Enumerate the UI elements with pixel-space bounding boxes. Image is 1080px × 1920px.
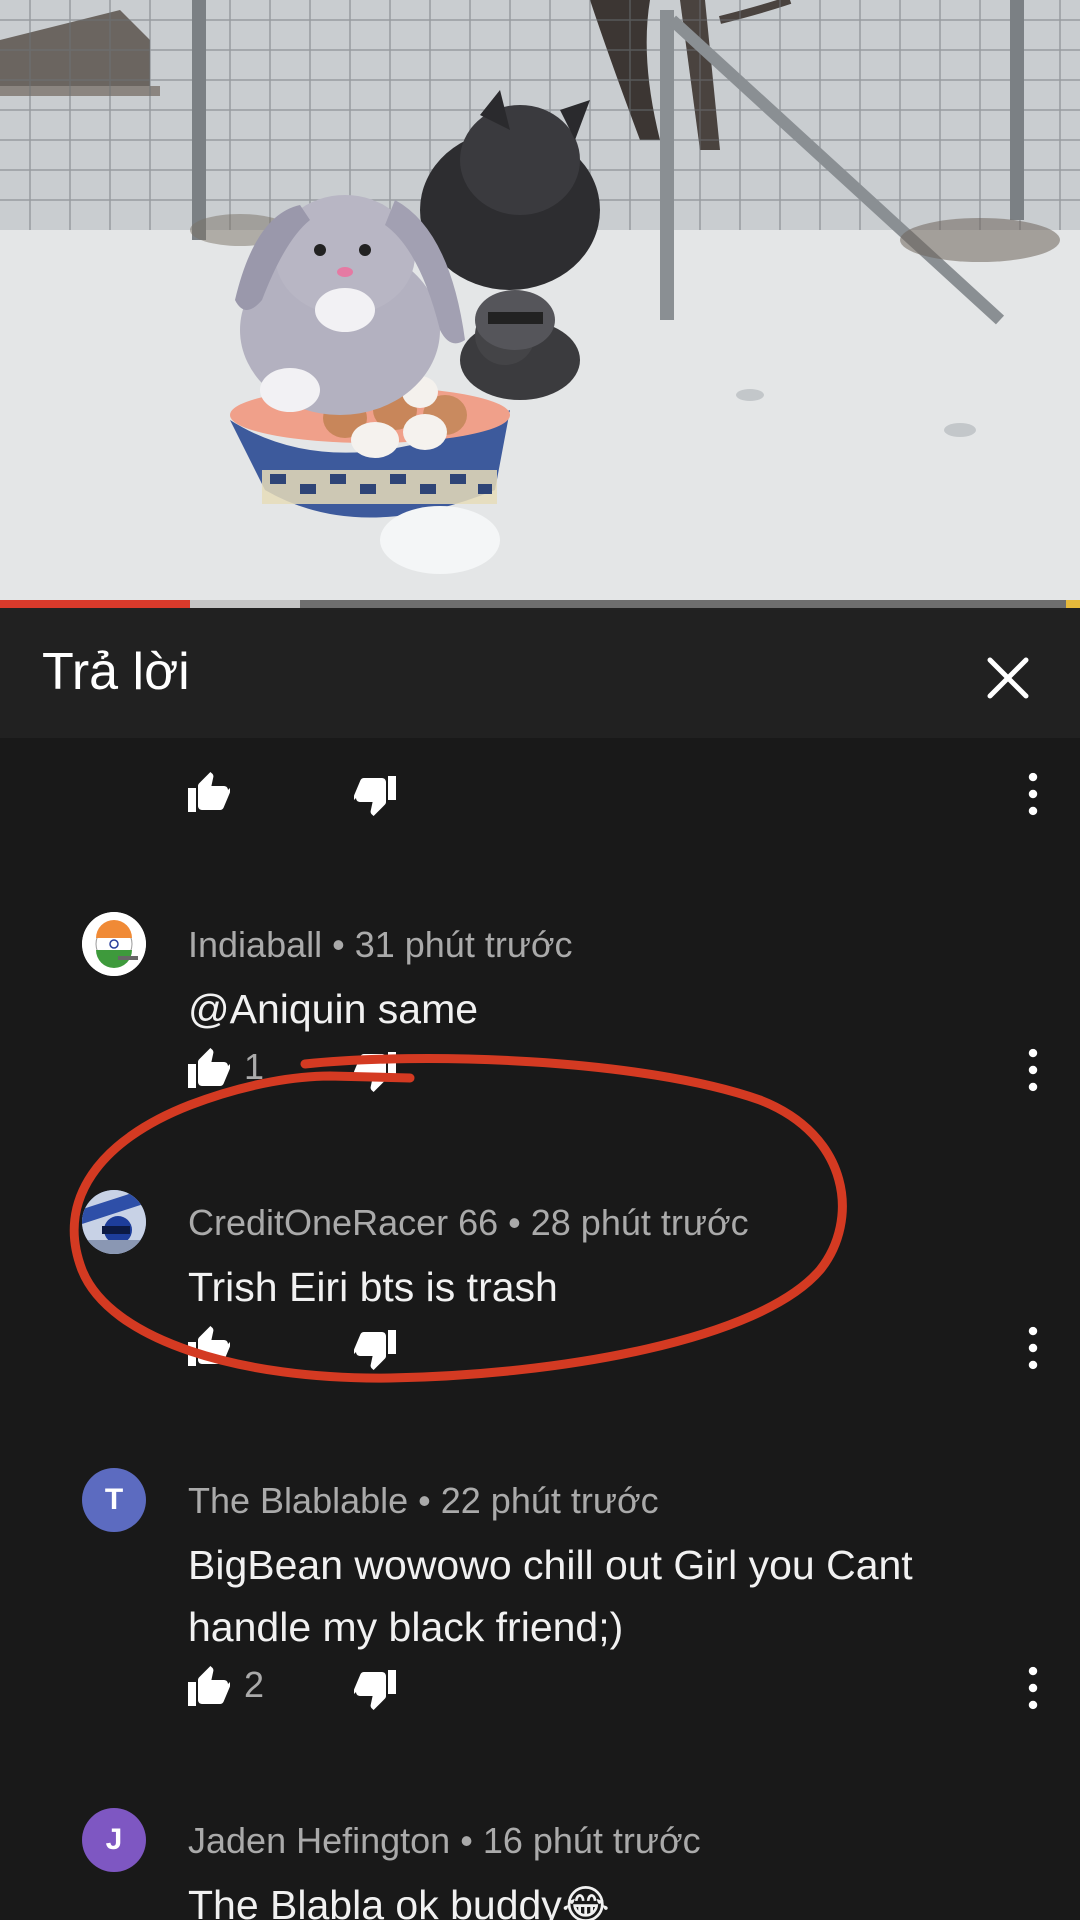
avatar[interactable]: J [82, 1808, 146, 1872]
avatar[interactable] [82, 912, 146, 976]
replies-header: Trả lời [0, 608, 1080, 738]
dislike-icon[interactable] [352, 1048, 400, 1096]
avatar[interactable]: T [82, 1468, 146, 1532]
video-frame [0, 0, 1080, 600]
like-count: 2 [244, 1664, 265, 1705]
dislike-icon[interactable] [352, 1666, 400, 1714]
comment-meta: Jaden Hefington • 16 phút trước [188, 1820, 701, 1861]
more-vert-icon[interactable] [1016, 1324, 1050, 1372]
panel-title: Trả lời [42, 643, 190, 701]
comment-text: @Aniquin same [188, 986, 479, 1032]
comment-author[interactable]: Jaden Hefington [188, 1820, 450, 1861]
video-player[interactable] [0, 0, 1080, 600]
like-icon[interactable] [184, 768, 232, 816]
comment-time: 31 phút trước [354, 924, 573, 965]
comment-actions [0, 758, 1080, 828]
comment-text: BigBean wowowo chill out Girl you Cant h… [188, 1542, 913, 1650]
comment-meta: CreditOneRacer 66 • 28 phút trước [188, 1202, 749, 1243]
comment-text: The Blabla ok buddy😂 [188, 1882, 610, 1920]
more-vert-icon[interactable] [1016, 1664, 1050, 1712]
comment-time: 16 phút trước [482, 1820, 701, 1861]
avatar[interactable] [82, 1190, 146, 1254]
video-progress-bar[interactable] [0, 600, 1080, 608]
comment-actions [0, 1312, 1080, 1382]
comment-author[interactable]: Indiaball [188, 924, 322, 965]
dislike-icon[interactable] [352, 772, 400, 820]
like-icon[interactable] [184, 1322, 232, 1370]
comment-text: Trish Eiri bts is trash [188, 1264, 558, 1310]
more-vert-icon[interactable] [1016, 1046, 1050, 1094]
dislike-icon[interactable] [352, 1326, 400, 1374]
comment-actions: 1 [0, 1034, 1080, 1104]
india-flag-ball-avatar-icon [82, 912, 146, 976]
close-icon [987, 657, 1029, 699]
like-icon[interactable] [184, 1044, 232, 1092]
comment-meta: Indiaball • 31 phút trước [188, 924, 573, 965]
like-icon[interactable] [184, 1662, 232, 1710]
comment-author[interactable]: The Blablable [188, 1480, 408, 1521]
progress-played [0, 600, 190, 608]
more-vert-icon[interactable] [1016, 770, 1050, 818]
progress-end-marker [1066, 600, 1080, 608]
like-count: 1 [244, 1046, 265, 1087]
close-button[interactable] [972, 642, 1044, 714]
comment-actions: 2 [0, 1652, 1080, 1722]
comment-time: 28 phút trước [530, 1202, 749, 1243]
comment-author[interactable]: CreditOneRacer 66 [188, 1202, 498, 1243]
comment-time: 22 phút trước [440, 1480, 659, 1521]
replies-list[interactable]: Indiaball • 31 phút trước @Aniquin same … [0, 738, 1080, 1920]
racer-photo-avatar-icon [82, 1190, 146, 1254]
comment-meta: The Blablable • 22 phút trước [188, 1480, 659, 1521]
